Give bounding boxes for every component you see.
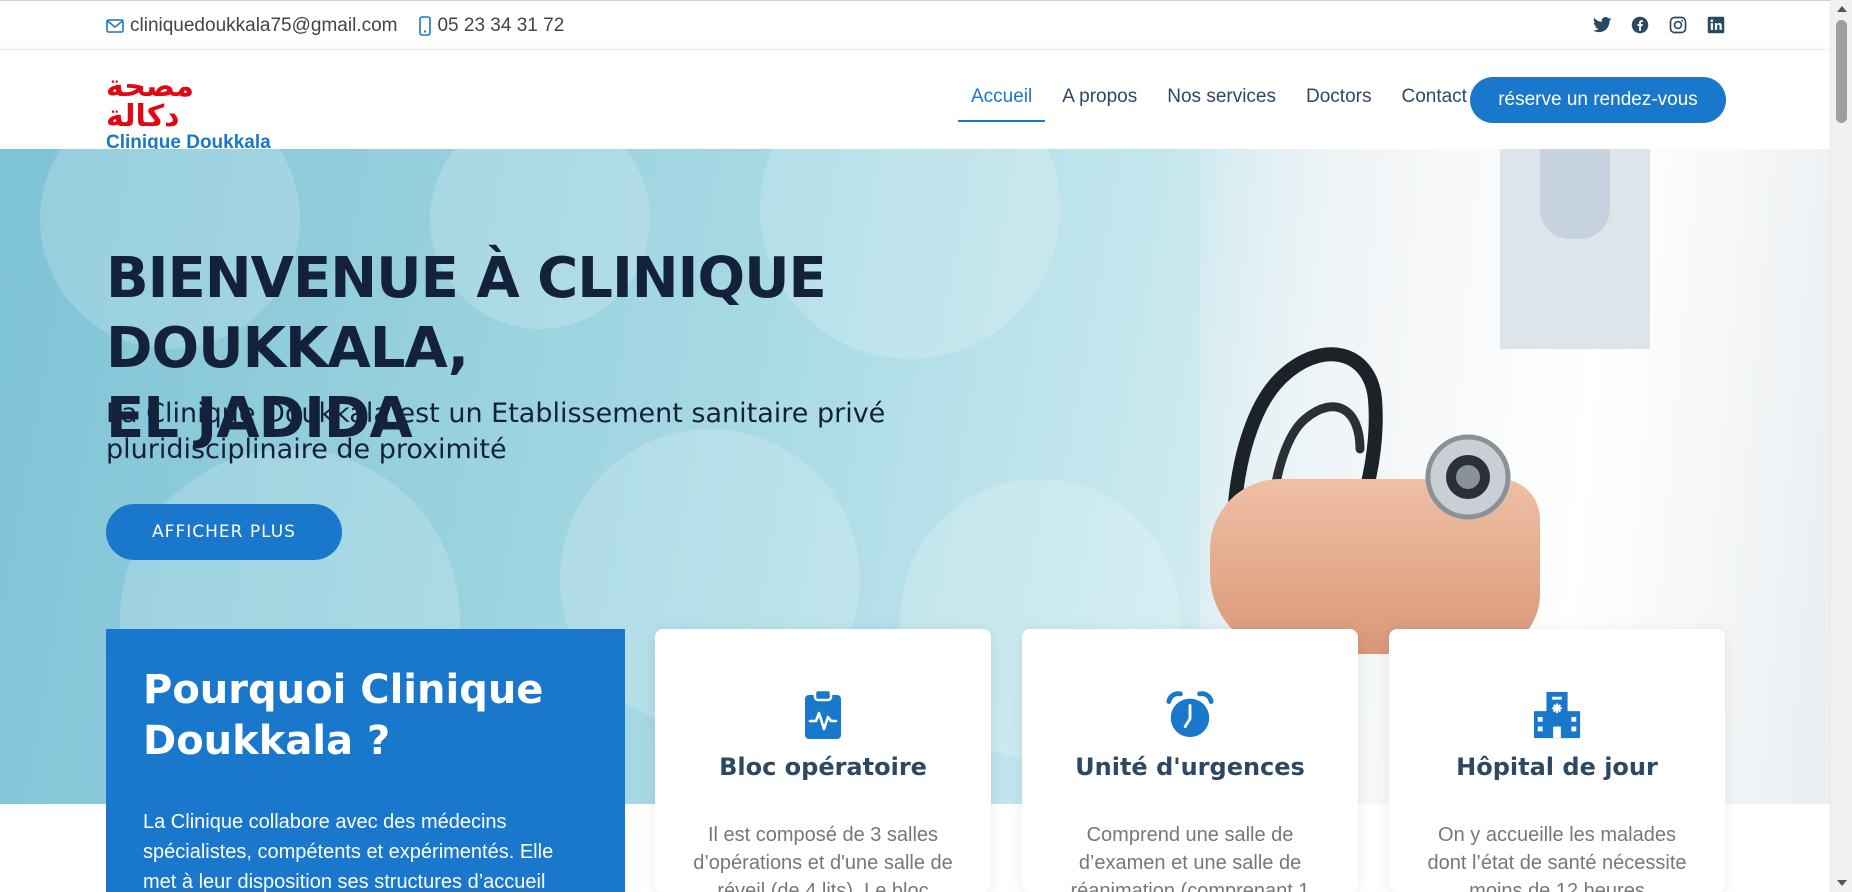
nav-doctors[interactable]: Doctors xyxy=(1291,86,1386,120)
logo-arabic: مصحة دكالة xyxy=(106,69,195,134)
stethoscope-chestpiece-image xyxy=(1425,434,1511,520)
why-title-line2: Doukkala ? xyxy=(143,718,391,764)
why-text-line3: met à leur disposition ses structures d’… xyxy=(143,871,546,892)
nav-accueil[interactable]: Accueil xyxy=(956,86,1047,122)
service-card-bloc-operatoire[interactable]: Bloc opératoire Il est composé de 3 sall… xyxy=(655,629,991,892)
clipboard-pulse-icon xyxy=(805,689,841,739)
phone-icon xyxy=(419,16,432,36)
nav-nos-services[interactable]: Nos services xyxy=(1152,86,1291,120)
email-link[interactable]: cliniquedoukkala75@gmail.com xyxy=(106,15,397,37)
hero-subtitle-line2: pluridisciplinaire de proximité xyxy=(106,434,507,465)
card-title: Unité d'urgences xyxy=(1075,753,1305,781)
why-text-line2: spécialistes, compétents et expérimentés… xyxy=(143,841,554,863)
social-links xyxy=(1592,15,1726,35)
show-more-button[interactable]: AFFICHER PLUS xyxy=(106,504,342,560)
hero-subtitle: La Clinique Doukkala est un Etablissemen… xyxy=(106,396,1006,468)
card-text-line3: réveil (de 4 lits). Le bloc xyxy=(717,880,929,892)
scroll-down-arrow-icon[interactable] xyxy=(1837,880,1847,886)
top-bar: cliniquedoukkala75@gmail.com 05 23 34 31… xyxy=(0,0,1830,50)
card-text-line3: réanimation (comprenant 1 xyxy=(1070,880,1310,892)
main-nav: Accueil A propos Nos services Doctors Co… xyxy=(956,86,1482,122)
email-text: cliniquedoukkala75@gmail.com xyxy=(130,15,398,36)
card-title: Bloc opératoire xyxy=(719,753,927,781)
appointment-button[interactable]: réserve un rendez-vous xyxy=(1470,77,1726,123)
twitter-icon[interactable] xyxy=(1592,15,1612,35)
facebook-icon[interactable] xyxy=(1630,15,1650,35)
card-text-line2: d’examen et une salle de xyxy=(1078,852,1302,874)
card-text-line1: On y accueille les malades xyxy=(1438,824,1676,846)
why-text-line1: La Clinique collabore avec des médecins xyxy=(143,811,507,833)
card-text: Comprend une salle de d’examen et une sa… xyxy=(1058,821,1322,892)
hero-title-line1: BIENVENUE À CLINIQUE DOUKKALA, xyxy=(106,246,827,381)
card-text-line2: d’opérations et d'une salle de xyxy=(693,852,953,874)
linkedin-icon[interactable] xyxy=(1706,15,1726,35)
service-card-urgences[interactable]: Unité d'urgences Comprend une salle de d… xyxy=(1022,629,1358,892)
logo[interactable]: مصحة دكالة Clinique Doukkala xyxy=(106,72,276,154)
envelope-icon xyxy=(106,19,124,33)
instagram-icon[interactable] xyxy=(1668,15,1688,35)
service-card-hopital-de-jour[interactable]: Hôpital de jour On y accueille les malad… xyxy=(1389,629,1725,892)
nav-contact[interactable]: Contact xyxy=(1386,86,1481,120)
card-text: Il est composé de 3 salles d’opérations … xyxy=(691,821,955,892)
hospital-icon xyxy=(1533,691,1581,739)
card-text-line1: Il est composé de 3 salles xyxy=(707,824,939,846)
why-box: Pourquoi Clinique Doukkala ? La Clinique… xyxy=(106,629,625,892)
card-text-line3: moins de 12 heures xyxy=(1469,880,1645,892)
phone-text: 05 23 34 31 72 xyxy=(437,15,565,36)
page-scrollbar[interactable] xyxy=(1830,0,1852,892)
phone-link[interactable]: 05 23 34 31 72 xyxy=(419,15,564,37)
why-title-line1: Pourquoi Clinique xyxy=(143,667,544,713)
nav-a-propos[interactable]: A propos xyxy=(1047,86,1152,120)
why-title: Pourquoi Clinique Doukkala ? xyxy=(143,665,583,767)
card-text: On y accueille les malades dont l’état d… xyxy=(1425,821,1689,892)
alarm-clock-icon xyxy=(1166,691,1214,738)
scrollbar-thumb[interactable] xyxy=(1836,20,1847,123)
why-text: La Clinique collabore avec des médecins … xyxy=(143,807,593,892)
card-text-line2: dont l’état de santé nécessite xyxy=(1427,852,1687,874)
site-header: مصحة دكالة Clinique Doukkala Accueil A p… xyxy=(0,50,1830,153)
hero-subtitle-line1: La Clinique Doukkala est un Etablissemen… xyxy=(106,398,886,429)
card-text-line1: Comprend une salle de xyxy=(1086,824,1294,846)
scroll-up-arrow-icon[interactable] xyxy=(1837,6,1847,12)
card-title: Hôpital de jour xyxy=(1456,753,1658,781)
doctor-collar-image xyxy=(1540,149,1610,239)
contact-info: cliniquedoukkala75@gmail.com 05 23 34 31… xyxy=(106,15,586,37)
